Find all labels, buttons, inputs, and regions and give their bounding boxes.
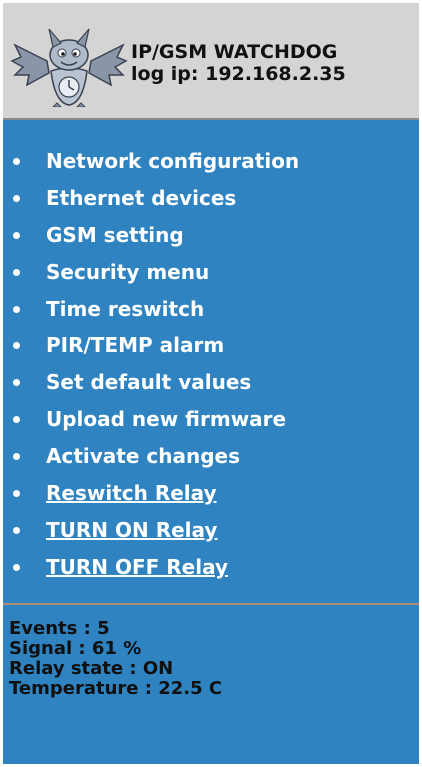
relay-state: Relay state : ON	[9, 658, 174, 679]
title-block: IP/GSM WATCHDOG log ip: 192.168.2.35	[131, 41, 346, 85]
menu-item-security-menu[interactable]: Security menu	[3, 260, 419, 297]
bullet-icon	[13, 194, 20, 202]
status-block: Events : 5 Signal : 61 % Relay state : O…	[9, 619, 222, 699]
bullet-icon	[13, 342, 20, 350]
bullet-icon	[13, 305, 20, 313]
menu-item-label[interactable]: Network configuration	[46, 149, 299, 173]
menu-item-reswitch-relay[interactable]: Reswitch Relay	[3, 481, 419, 518]
device-title: IP/GSM WATCHDOG	[131, 41, 338, 63]
events-count: Events : 5	[9, 618, 110, 639]
bullet-icon	[13, 453, 20, 461]
menu-item-label[interactable]: Upload new firmware	[46, 407, 286, 431]
bullet-icon	[13, 490, 20, 498]
header: IP/GSM WATCHDOG log ip: 192.168.2.35	[3, 3, 419, 120]
menu-item-pir-temp-alarm[interactable]: PIR/TEMP alarm	[3, 333, 419, 370]
log-ip: log ip: 192.168.2.35	[131, 63, 346, 85]
menu-item-label[interactable]: Security menu	[46, 260, 209, 284]
menu-item-label[interactable]: GSM setting	[46, 223, 184, 247]
reswitch-relay-link[interactable]: Reswitch Relay	[46, 481, 217, 505]
menu-item-set-default-values[interactable]: Set default values	[3, 370, 419, 407]
bullet-icon	[13, 416, 20, 424]
menu-item-gsm-setting[interactable]: GSM setting	[3, 223, 419, 260]
bullet-icon	[13, 526, 20, 534]
menu-item-network-configuration[interactable]: Network configuration	[3, 149, 419, 186]
main-menu: Network configuration Ethernet devices G…	[3, 149, 419, 592]
bullet-icon	[13, 231, 20, 239]
signal-strength: Signal : 61 %	[9, 638, 142, 659]
menu-item-label[interactable]: Time reswitch	[46, 297, 204, 321]
bullet-icon	[13, 563, 20, 571]
turn-off-relay-link[interactable]: TURN OFF Relay	[46, 555, 228, 579]
menu-item-turn-off-relay[interactable]: TURN OFF Relay	[3, 555, 419, 592]
bat-dragon-logo-icon	[10, 28, 128, 107]
bullet-icon	[13, 268, 20, 276]
menu-item-label[interactable]: PIR/TEMP alarm	[46, 333, 224, 357]
menu-item-turn-on-relay[interactable]: TURN ON Relay	[3, 518, 419, 555]
menu-item-time-reswitch[interactable]: Time reswitch	[3, 297, 419, 334]
divider	[3, 603, 419, 605]
temperature: Temperature : 22.5 C	[9, 678, 223, 699]
menu-item-label[interactable]: Set default values	[46, 370, 251, 394]
turn-on-relay-link[interactable]: TURN ON Relay	[46, 518, 217, 542]
menu-item-upload-new-firmware[interactable]: Upload new firmware	[3, 407, 419, 444]
bullet-icon	[13, 379, 20, 387]
sidebar-panel: IP/GSM WATCHDOG log ip: 192.168.2.35 Net…	[3, 3, 419, 764]
bullet-icon	[13, 158, 20, 165]
menu-item-activate-changes[interactable]: Activate changes	[3, 444, 419, 481]
menu-item-label[interactable]: Ethernet devices	[46, 186, 236, 210]
menu-item-ethernet-devices[interactable]: Ethernet devices	[3, 186, 419, 223]
menu-item-label[interactable]: Activate changes	[46, 444, 240, 468]
